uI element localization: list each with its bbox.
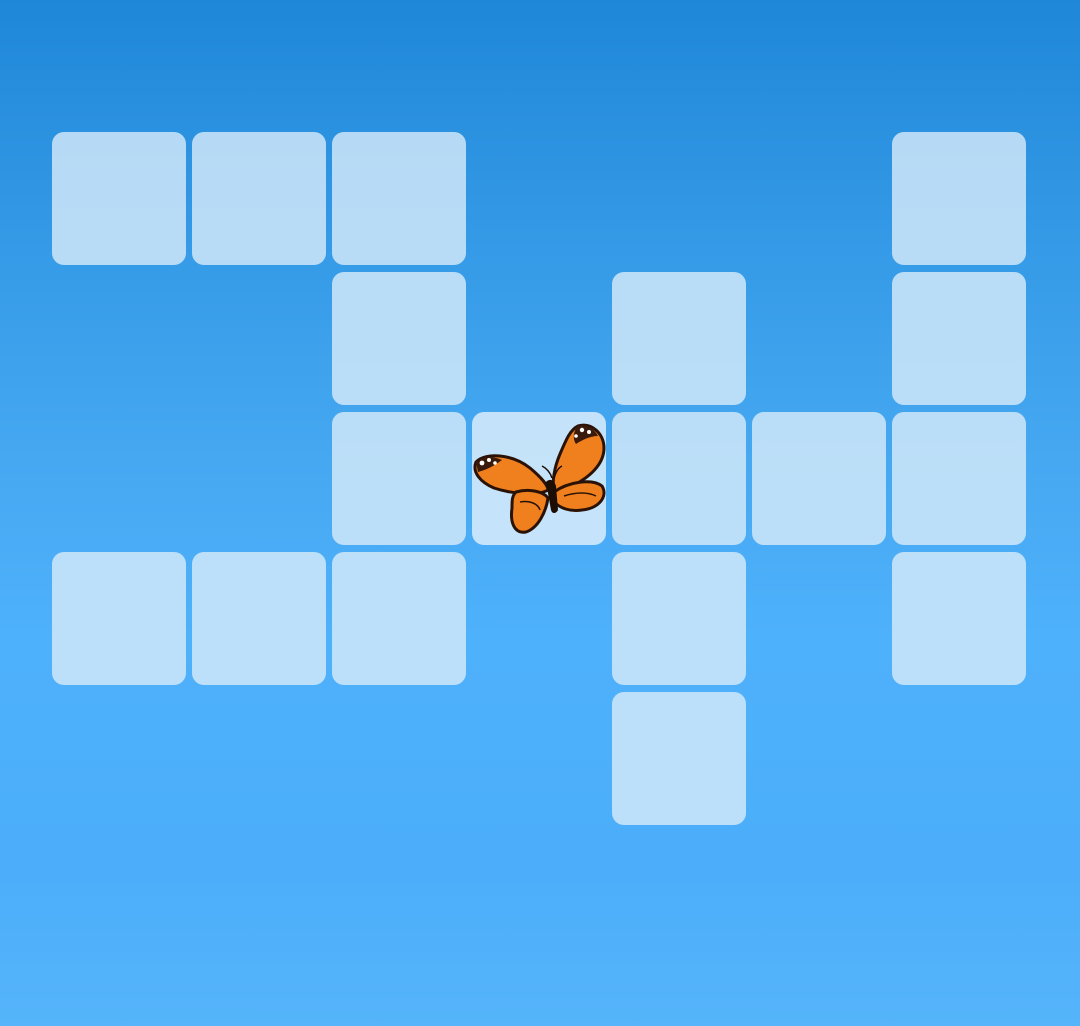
board-tile[interactable] (892, 272, 1026, 405)
board-tile[interactable] (52, 132, 186, 265)
board-tile[interactable] (892, 552, 1026, 685)
game-board (0, 0, 1080, 1026)
board-tile[interactable] (752, 412, 886, 545)
board-tile[interactable] (332, 272, 466, 405)
board-tile[interactable] (192, 132, 326, 265)
board-tile[interactable] (892, 132, 1026, 265)
board-tile[interactable] (612, 412, 746, 545)
board-tile[interactable] (192, 552, 326, 685)
board-tile-current[interactable] (472, 412, 606, 545)
game-scene (0, 0, 1080, 1026)
butterfly-icon (472, 412, 606, 545)
board-tile[interactable] (52, 552, 186, 685)
board-tile[interactable] (612, 692, 746, 825)
board-tile[interactable] (332, 552, 466, 685)
board-tile[interactable] (892, 412, 1026, 545)
board-tile[interactable] (332, 412, 466, 545)
board-tile[interactable] (332, 132, 466, 265)
board-tile[interactable] (612, 272, 746, 405)
board-tile[interactable] (612, 552, 746, 685)
